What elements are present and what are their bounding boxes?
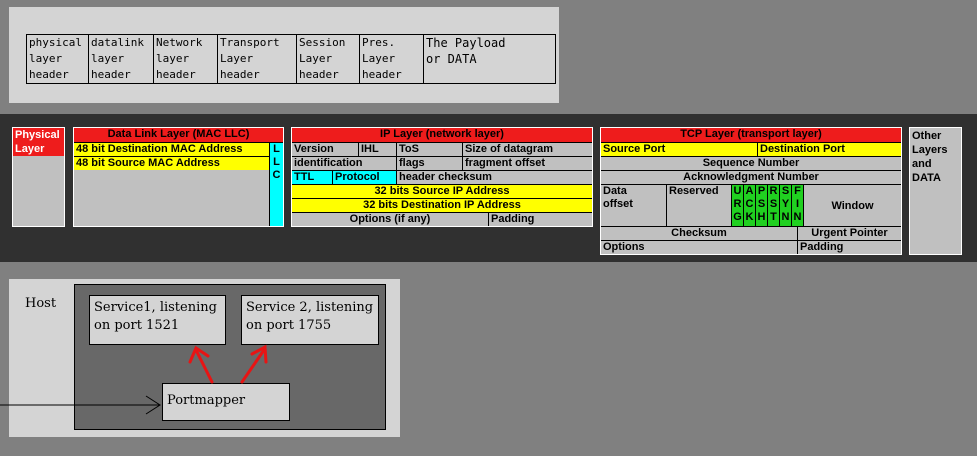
- host-arrows: [0, 344, 268, 415]
- red-arrow-service2: [240, 344, 268, 384]
- incoming-arrow: [0, 395, 161, 415]
- red-arrow-service1: [188, 345, 214, 384]
